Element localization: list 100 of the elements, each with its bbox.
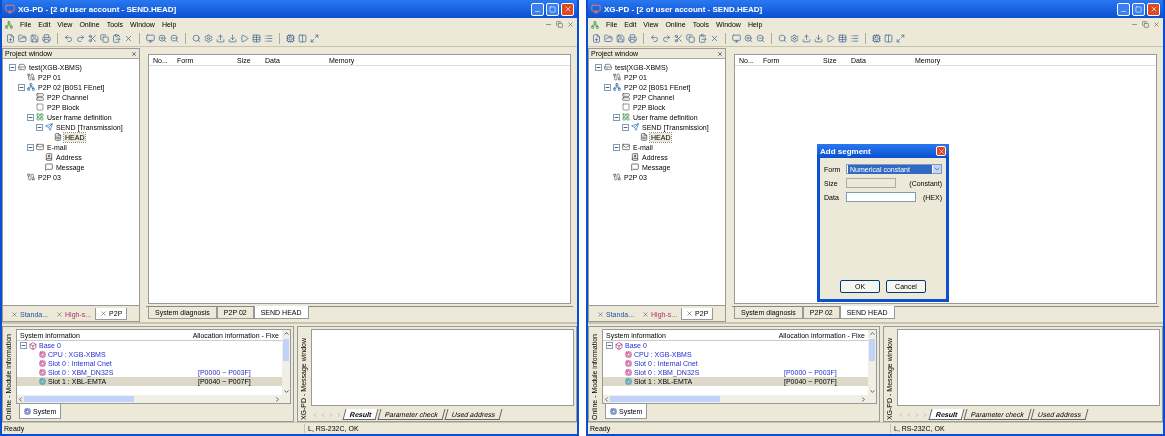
close-icon (563, 5, 572, 13)
minimize-button[interactable] (531, 2, 544, 16)
cut-icon[interactable] (88, 34, 97, 43)
maximize-button[interactable] (1132, 2, 1145, 16)
restore-icon[interactable] (556, 21, 563, 28)
expand-toggle[interactable] (27, 143, 34, 151)
zoom-in-icon[interactable] (158, 34, 167, 43)
download-icon[interactable] (814, 34, 823, 43)
play-icon[interactable] (826, 34, 835, 43)
scroll-left-icon[interactable] (603, 395, 610, 403)
expand-toggle[interactable] (604, 83, 611, 91)
vertical-scrollbar[interactable] (868, 330, 876, 395)
minus-icon (19, 84, 24, 90)
undo-icon[interactable] (650, 34, 659, 43)
expand-toggle[interactable] (606, 342, 613, 349)
close-icon[interactable] (567, 21, 574, 28)
redo-icon[interactable] (76, 34, 85, 43)
scroll-up-icon[interactable] (282, 330, 290, 337)
delete-icon[interactable] (124, 34, 133, 43)
expand-toggle[interactable] (20, 342, 27, 349)
columns-icon[interactable] (884, 34, 893, 43)
list-icon[interactable] (850, 34, 859, 43)
minimize-button[interactable] (1117, 2, 1130, 16)
close-icon[interactable] (717, 50, 723, 57)
expand-toggle[interactable] (36, 123, 43, 131)
table-icon[interactable] (252, 34, 261, 43)
zoom-out-icon[interactable] (170, 34, 179, 43)
horizontal-scrollbar[interactable] (17, 395, 290, 403)
menu-app-icon (591, 20, 599, 29)
save-icon[interactable] (616, 34, 625, 43)
restore-icon[interactable] (1142, 21, 1149, 28)
play-icon[interactable] (240, 34, 249, 43)
module-icon (39, 369, 46, 376)
list-icon[interactable] (264, 34, 273, 43)
block-icon (622, 103, 630, 111)
expand-toggle[interactable] (9, 63, 16, 71)
close-button[interactable] (561, 2, 574, 16)
scroll-right-icon[interactable] (860, 395, 867, 403)
copy-icon[interactable] (100, 34, 109, 43)
new-file-icon[interactable] (592, 34, 601, 43)
upload-icon[interactable] (802, 34, 811, 43)
close-button[interactable] (1147, 2, 1160, 16)
expand-toggle[interactable] (622, 123, 629, 131)
download-icon[interactable] (228, 34, 237, 43)
table-icon[interactable] (838, 34, 847, 43)
save-icon[interactable] (30, 34, 39, 43)
maximize-icon (1135, 5, 1142, 13)
maximize-button[interactable] (546, 2, 559, 16)
new-file-icon[interactable] (6, 34, 15, 43)
open-folder-icon[interactable] (18, 34, 27, 43)
close-button[interactable] (936, 146, 946, 156)
maximize-icon (549, 5, 556, 13)
expand-toggle[interactable] (595, 63, 602, 71)
cross-icon (56, 310, 64, 318)
columns-icon[interactable] (298, 34, 307, 43)
scroll-left-icon[interactable] (17, 395, 24, 403)
printer-icon[interactable] (628, 34, 637, 43)
paste-icon[interactable] (112, 34, 121, 43)
settings-icon[interactable] (204, 34, 213, 43)
app-icon (5, 4, 15, 14)
delete-icon[interactable] (710, 34, 719, 43)
data-field[interactable] (846, 192, 916, 202)
settings-icon[interactable] (790, 34, 799, 43)
close-icon[interactable] (1153, 21, 1160, 28)
maximize-icon[interactable] (310, 34, 319, 43)
expand-toggle[interactable] (18, 83, 25, 91)
copy-icon[interactable] (686, 34, 695, 43)
vertical-scrollbar[interactable] (282, 330, 290, 395)
search-icon[interactable] (192, 34, 201, 43)
cross-icon (642, 310, 650, 318)
grid-icon (36, 113, 44, 121)
scroll-right-icon[interactable] (274, 395, 281, 403)
cross-icon (686, 310, 694, 317)
zoom-in-icon[interactable] (744, 34, 753, 43)
address-book-icon (45, 153, 53, 161)
cut-icon[interactable] (674, 34, 683, 43)
expand-toggle[interactable] (613, 113, 620, 121)
open-folder-icon[interactable] (604, 34, 613, 43)
monitor-icon[interactable] (732, 34, 741, 43)
horizontal-scrollbar[interactable] (603, 395, 876, 403)
printer-icon[interactable] (42, 34, 51, 43)
monitor-icon[interactable] (146, 34, 155, 43)
paste-icon[interactable] (698, 34, 707, 43)
module-icon (39, 351, 46, 358)
upload-icon[interactable] (216, 34, 225, 43)
expand-toggle[interactable] (27, 113, 34, 121)
search-icon[interactable] (778, 34, 787, 43)
scroll-down-icon[interactable] (282, 388, 290, 395)
redo-icon[interactable] (662, 34, 671, 43)
close-icon[interactable] (131, 50, 137, 57)
scroll-down-icon[interactable] (868, 388, 876, 395)
chip-icon[interactable] (872, 34, 881, 43)
zoom-out-icon[interactable] (756, 34, 765, 43)
dropdown-arrow-icon[interactable] (933, 165, 941, 173)
maximize-icon[interactable] (896, 34, 905, 43)
undo-icon[interactable] (64, 34, 73, 43)
cross-icon (11, 310, 18, 318)
chip-icon[interactable] (286, 34, 295, 43)
scroll-up-icon[interactable] (868, 330, 876, 337)
expand-toggle[interactable] (613, 143, 620, 151)
